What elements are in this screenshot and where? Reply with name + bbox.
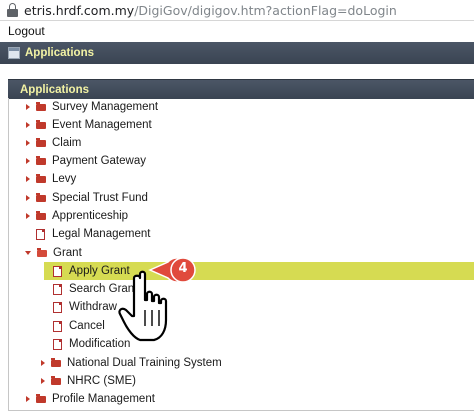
folder-icon: [36, 101, 46, 111]
tree-item-label: Withdraw: [69, 301, 117, 313]
tree-item-survey-management[interactable]: Survey Management: [26, 98, 158, 116]
tree-item-label: Event Management: [52, 119, 152, 131]
folder-icon: [36, 155, 46, 165]
document-icon: [53, 338, 62, 350]
caret-right-icon[interactable]: [26, 140, 30, 146]
section-title: Applications: [25, 47, 95, 59]
tree-item-apply-grant[interactable]: Apply Grant: [44, 262, 474, 280]
panel-title: Applications: [20, 83, 90, 96]
top-links: Logout: [0, 21, 474, 41]
folder-icon: [36, 173, 46, 183]
caret-right-icon[interactable]: [41, 378, 45, 384]
caret-right-icon[interactable]: [26, 176, 30, 182]
folder-icon: [36, 119, 46, 129]
pointer-hand-icon: [118, 270, 168, 342]
folder-open-icon: [37, 247, 47, 257]
tree-item-grant[interactable]: Grant: [25, 244, 82, 262]
tree-item-label: Apprenticeship: [52, 210, 129, 222]
document-icon: [53, 265, 62, 277]
tree-item-label: Cancel: [69, 320, 105, 332]
folder-icon: [51, 375, 61, 385]
tree-item-withdraw[interactable]: Withdraw: [53, 298, 117, 316]
tree-item-profile-management[interactable]: Profile Management: [26, 390, 155, 408]
caret-right-icon[interactable]: [26, 195, 30, 201]
tree-item-levy[interactable]: Levy: [26, 170, 76, 188]
url-host: etris.hrdf.com.my: [24, 2, 135, 18]
tree-item-label: Levy: [52, 173, 77, 185]
tree-item-special-trust-fund[interactable]: Special Trust Fund: [26, 189, 148, 207]
tree-item-label: Legal Management: [52, 228, 151, 240]
url-path: /DigiGov/digigov.htm?actionFlag=doLogin: [134, 2, 397, 18]
tree-item-event-management[interactable]: Event Management: [26, 116, 152, 134]
tree-item-apprenticeship[interactable]: Apprenticeship: [26, 207, 128, 225]
folder-icon: [36, 192, 46, 202]
caret-right-icon[interactable]: [26, 104, 30, 110]
tree-item-label: Claim: [52, 137, 82, 149]
section-header-bar: Applications: [0, 42, 474, 64]
tree-item-label: Special Trust Fund: [52, 192, 148, 204]
folder-icon: [36, 210, 46, 220]
caret-right-icon[interactable]: [41, 360, 45, 366]
tree-item-cancel[interactable]: Cancel: [53, 317, 105, 335]
tree-item-label: NHRC (SME): [67, 375, 136, 387]
tree-item-label: National Dual Training System: [67, 357, 222, 369]
browser-address-bar[interactable]: etris.hrdf.com.my/DigiGov/digigov.htm?ac…: [0, 0, 474, 21]
tree-item-label: Grant: [53, 247, 82, 259]
panel-title-bar: Applications: [8, 79, 474, 99]
caret-right-icon[interactable]: [26, 158, 30, 164]
caret-down-icon[interactable]: [25, 251, 31, 255]
folder-icon: [36, 393, 46, 403]
tree-item-label: Profile Management: [52, 393, 155, 405]
document-icon: [53, 283, 62, 295]
tree-item-label: Payment Gateway: [52, 155, 146, 167]
caret-right-icon[interactable]: [26, 122, 30, 128]
folder-icon: [51, 357, 61, 367]
document-icon: [36, 228, 45, 240]
window-icon: [8, 47, 20, 59]
tree-item-claim[interactable]: Claim: [26, 134, 81, 152]
document-icon: [53, 301, 62, 313]
caret-right-icon[interactable]: [26, 213, 30, 219]
folder-icon: [36, 137, 46, 147]
tree-item-legal-management[interactable]: Legal Management: [36, 225, 150, 243]
logout-link[interactable]: Logout: [8, 24, 45, 38]
tree-item-nhrc-sme[interactable]: NHRC (SME): [41, 372, 136, 390]
tree-item-national-dual-training-system[interactable]: National Dual Training System: [41, 354, 222, 372]
tree-item-payment-gateway[interactable]: Payment Gateway: [26, 152, 146, 170]
document-icon: [53, 320, 62, 332]
lock-icon: [7, 3, 18, 17]
tree-item-label: Survey Management: [52, 101, 159, 113]
caret-right-icon[interactable]: [26, 396, 30, 402]
